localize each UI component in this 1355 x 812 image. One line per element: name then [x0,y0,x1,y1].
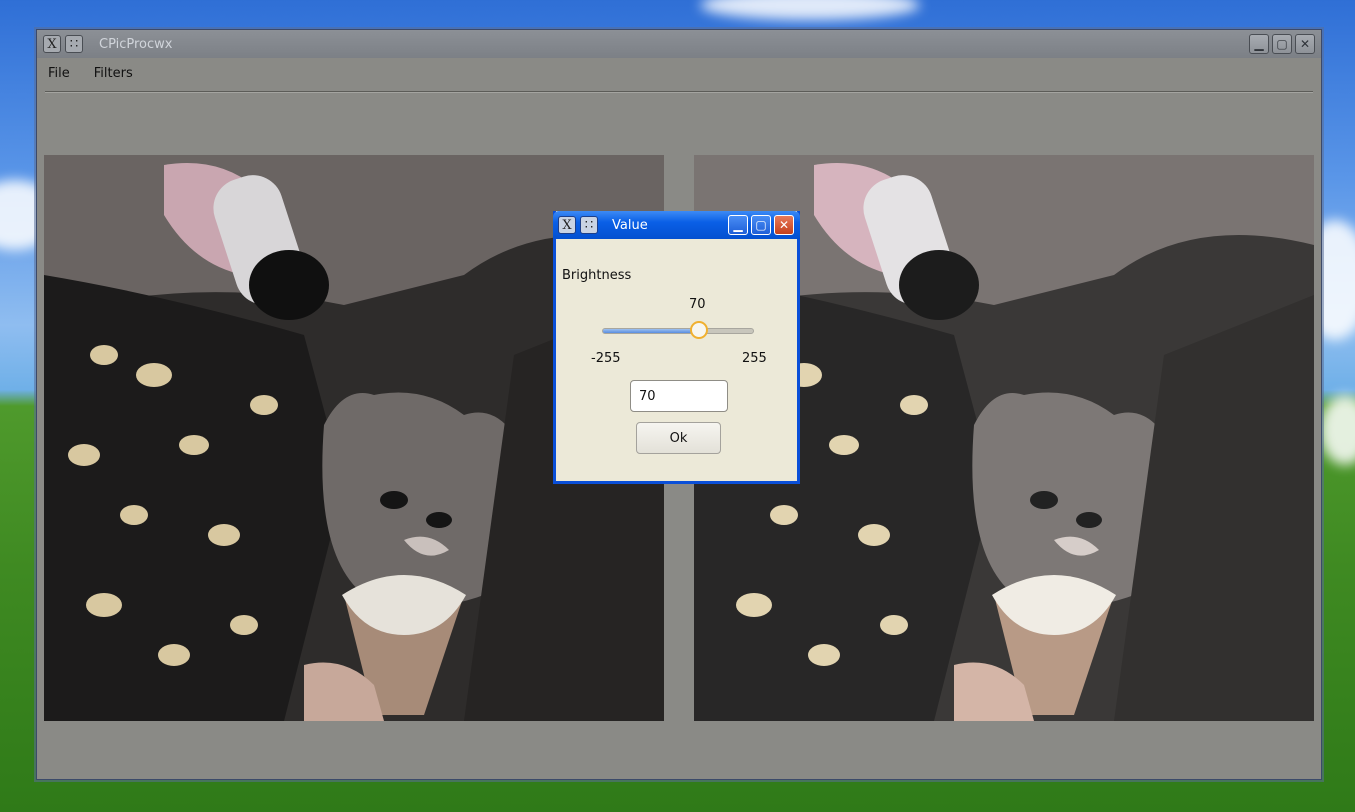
window-title: CPicProcwx [99,36,173,52]
desktop-cloud [700,0,920,20]
brightness-label: Brightness [562,268,632,283]
close-icon[interactable]: ✕ [1295,34,1315,54]
menu-file[interactable]: File [45,64,73,83]
slider-value-label: 70 [689,297,706,312]
dialog-titlebar[interactable]: X ∷ Value ▁ ▢ ✕ [553,211,800,239]
menubar: File Filters [45,64,136,83]
slider-max-label: 255 [742,351,767,366]
maximize-icon[interactable]: ▢ [751,215,771,235]
brightness-slider-thumb[interactable] [689,321,708,339]
window-menu-icon[interactable]: ∷ [65,35,83,53]
menu-filters[interactable]: Filters [91,64,136,83]
minimize-icon[interactable]: ▁ [728,215,748,235]
slider-min-label: -255 [591,351,621,366]
maximize-icon[interactable]: ▢ [1272,34,1292,54]
x-window-icon[interactable]: X [43,35,61,53]
menu-separator [45,91,1313,93]
value-dialog: X ∷ Value ▁ ▢ ✕ Brightness 70 -255 255 O… [553,211,800,484]
ok-button[interactable]: Ok [636,422,721,454]
close-icon[interactable]: ✕ [774,215,794,235]
dialog-title: Value [612,217,648,233]
x-window-icon[interactable]: X [558,216,576,234]
main-titlebar[interactable]: X ∷ CPicProcwx ▁ ▢ ✕ [37,30,1321,58]
window-menu-icon[interactable]: ∷ [580,216,598,234]
brightness-slider-track[interactable] [602,328,754,334]
brightness-slider-fill [603,329,699,333]
brightness-value-input[interactable] [630,380,728,412]
desktop-cloud [1320,395,1355,465]
minimize-icon[interactable]: ▁ [1249,34,1269,54]
